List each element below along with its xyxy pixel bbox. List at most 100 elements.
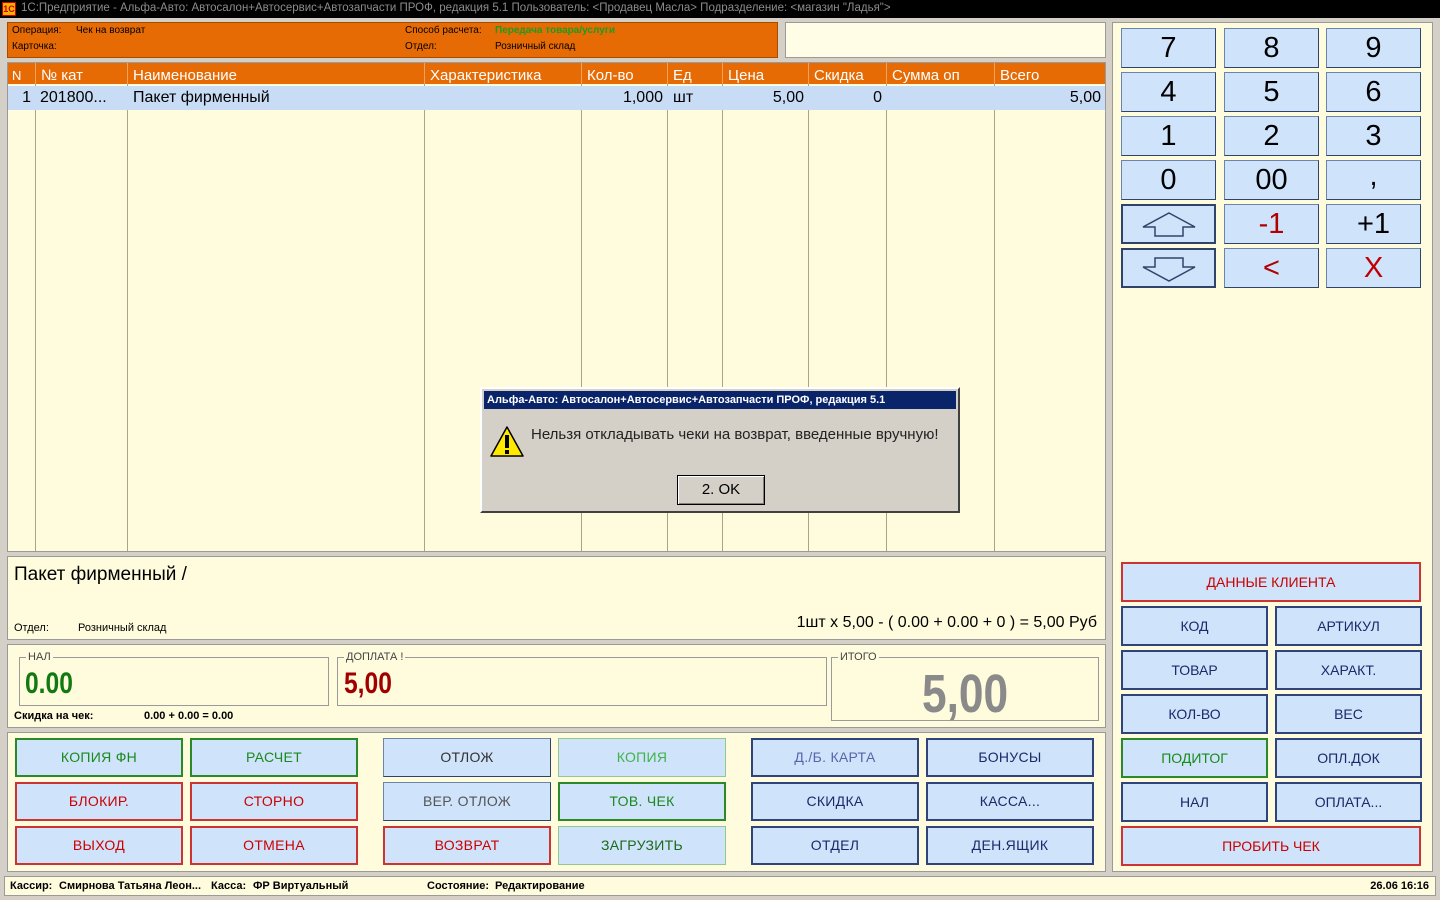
cell-price: 5,00 xyxy=(772,89,804,106)
card-label: Карточка: xyxy=(12,41,57,52)
cancel-button[interactable]: ОТМЕНА xyxy=(190,826,358,865)
arrow-down-button[interactable] xyxy=(1121,248,1216,288)
key-00[interactable]: 00 xyxy=(1224,160,1319,200)
item-name: Пакет фирменный / xyxy=(14,564,187,585)
storno-button[interactable]: СТОРНО xyxy=(190,782,358,821)
code-button[interactable]: КОД xyxy=(1121,606,1268,646)
cashbox-button[interactable]: КАССА... xyxy=(926,782,1094,821)
key-7[interactable]: 7 xyxy=(1121,28,1216,68)
dept-label: Отдел: xyxy=(405,41,437,52)
operation-value: Чек на возврат xyxy=(76,25,146,36)
check-discount-value: 0.00 + 0.00 = 0.00 xyxy=(144,710,234,722)
client-data-button[interactable]: ДАННЫЕ КЛИЕНТА xyxy=(1121,562,1421,602)
col-header-qty[interactable]: Кол-во xyxy=(582,63,668,84)
key-plus-1[interactable]: +1 xyxy=(1326,204,1421,244)
pay-doc-button[interactable]: ОПЛ.ДОК xyxy=(1275,738,1422,778)
key-minus-1[interactable]: -1 xyxy=(1224,204,1319,244)
dept-value: Розничный склад xyxy=(495,41,576,52)
datetime: 26.06 16:16 xyxy=(1370,880,1429,892)
subtotal-button[interactable]: ПОДИТОГ xyxy=(1121,738,1268,778)
key-comma[interactable]: , xyxy=(1326,160,1421,200)
return-postponed-button[interactable]: ВЕР. ОТЛОЖ xyxy=(383,782,551,821)
payment-method-value: Передача товара/услуги xyxy=(495,25,616,36)
cash-box[interactable]: НАЛ 0.00 xyxy=(19,651,329,706)
col-header-cat[interactable]: № кат xyxy=(36,63,128,84)
col-header-unit[interactable]: Ед xyxy=(668,63,723,84)
key-backspace[interactable]: < xyxy=(1224,248,1319,288)
cell-qty: 1,000 xyxy=(622,89,663,106)
extra-payment-value: 5,00 xyxy=(344,667,392,700)
ok-button[interactable]: 2. OK xyxy=(677,475,765,505)
payment-button[interactable]: ОПЛАТА... xyxy=(1275,782,1422,822)
load-button[interactable]: ЗАГРУЗИТЬ xyxy=(558,826,726,865)
item-dept-value: Розничный склад xyxy=(78,622,167,634)
col-header-price[interactable]: Цена xyxy=(723,63,809,84)
col-header-discount[interactable]: Скидка xyxy=(809,63,887,84)
table-row[interactable]: 1 201800... Пакет фирменный 1,000 шт 5,0… xyxy=(8,86,1105,110)
app-icon[interactable]: 1С xyxy=(2,2,16,16)
extra-payment-label: ДОПЛАТА ! xyxy=(344,651,406,663)
characteristic-button[interactable]: ХАРАКТ. xyxy=(1275,650,1422,690)
cell-characteristic xyxy=(425,86,581,110)
cash-label: НАЛ xyxy=(26,651,53,663)
copy-fn-button[interactable]: КОПИЯ ФН xyxy=(15,738,183,777)
cell-discount: 0 xyxy=(873,89,882,106)
title-bar: 1С 1С:Предприятие - Альфа-Авто: Автосало… xyxy=(0,0,1440,18)
key-5[interactable]: 5 xyxy=(1224,72,1319,112)
key-4[interactable]: 4 xyxy=(1121,72,1216,112)
till-label: Касса: xyxy=(211,880,247,892)
dialog-title: Альфа-Авто: Автосалон+Автосервис+Автозап… xyxy=(484,391,956,409)
col-header-n[interactable]: N xyxy=(8,63,35,84)
col-header-name[interactable]: Наименование xyxy=(128,63,425,84)
warning-icon xyxy=(490,426,524,457)
key-9[interactable]: 9 xyxy=(1326,28,1421,68)
action-buttons-panel: КОПИЯ ФН РАСЧЕТ ОТЛОЖ КОПИЯ Д./Б. КАРТА … xyxy=(7,732,1106,872)
key-2[interactable]: 2 xyxy=(1224,116,1319,156)
copy-button[interactable]: КОПИЯ xyxy=(558,738,726,777)
bonus-button[interactable]: БОНУСЫ xyxy=(926,738,1094,777)
key-3[interactable]: 3 xyxy=(1326,116,1421,156)
refund-button[interactable]: ВОЗВРАТ xyxy=(383,826,551,865)
cell-cat: 201800... xyxy=(40,89,107,106)
col-header-characteristic[interactable]: Характеристика xyxy=(425,63,582,84)
cash-payment-button[interactable]: НАЛ xyxy=(1121,782,1268,822)
keypad-panel: 7 8 9 4 5 6 1 2 3 0 00 , -1 +1 < X ДАННЫ… xyxy=(1112,22,1433,872)
quantity-button[interactable]: КОЛ-ВО xyxy=(1121,694,1268,734)
col-header-sum-op[interactable]: Сумма оп xyxy=(887,63,995,84)
item-details-panel: Пакет фирменный / Отдел: Розничный склад… xyxy=(7,556,1106,640)
total-value: 5,00 xyxy=(922,664,1009,724)
block-button[interactable]: БЛОКИР. xyxy=(15,782,183,821)
dept-button[interactable]: ОТДЕЛ xyxy=(751,826,919,865)
goods-button[interactable]: ТОВАР xyxy=(1121,650,1268,690)
status-bar: Кассир: Смирнова Татьяна Леон... Касса: … xyxy=(4,876,1436,896)
weight-button[interactable]: ВЕС xyxy=(1275,694,1422,734)
postpone-button[interactable]: ОТЛОЖ xyxy=(383,738,551,777)
key-8[interactable]: 8 xyxy=(1224,28,1319,68)
cell-total: 5,00 xyxy=(1069,89,1101,106)
cash-value: 0.00 xyxy=(25,667,73,700)
key-clear[interactable]: X xyxy=(1326,248,1421,288)
state-label: Состояние: xyxy=(427,880,490,892)
discount-button[interactable]: СКИДКА xyxy=(751,782,919,821)
extra-payment-box: ДОПЛАТА ! 5,00 xyxy=(337,651,827,706)
exit-button[interactable]: ВЫХОД xyxy=(15,826,183,865)
goods-check-button[interactable]: ТОВ. ЧЕК xyxy=(558,782,726,821)
document-info-panel: Операция: Чек на возврат Карточка: Спосо… xyxy=(7,22,778,58)
arrow-up-button[interactable] xyxy=(1121,204,1216,244)
col-header-total[interactable]: Всего xyxy=(995,63,1105,84)
cell-sum-op xyxy=(887,86,994,110)
window-title: 1С:Предприятие - Альфа-Авто: Автосалон+А… xyxy=(21,2,891,14)
total-label: ИТОГО xyxy=(838,651,879,663)
arrow-down-icon xyxy=(1142,257,1195,282)
article-button[interactable]: АРТИКУЛ xyxy=(1275,606,1422,646)
print-check-button[interactable]: ПРОБИТЬ ЧЕК xyxy=(1121,826,1421,866)
cash-drawer-button[interactable]: ДЕН.ЯЩИК xyxy=(926,826,1094,865)
warning-dialog: Альфа-Авто: Автосалон+Автосервис+Автозап… xyxy=(480,387,960,513)
key-0[interactable]: 0 xyxy=(1121,160,1216,200)
key-6[interactable]: 6 xyxy=(1326,72,1421,112)
calc-button[interactable]: РАСЧЕТ xyxy=(190,738,358,777)
discount-card-button[interactable]: Д./Б. КАРТА xyxy=(751,738,919,777)
barcode-input[interactable] xyxy=(785,22,1106,58)
key-1[interactable]: 1 xyxy=(1121,116,1216,156)
totals-panel: НАЛ 0.00 ДОПЛАТА ! 5,00 ИТОГО 5,00 Скидк… xyxy=(7,644,1106,728)
